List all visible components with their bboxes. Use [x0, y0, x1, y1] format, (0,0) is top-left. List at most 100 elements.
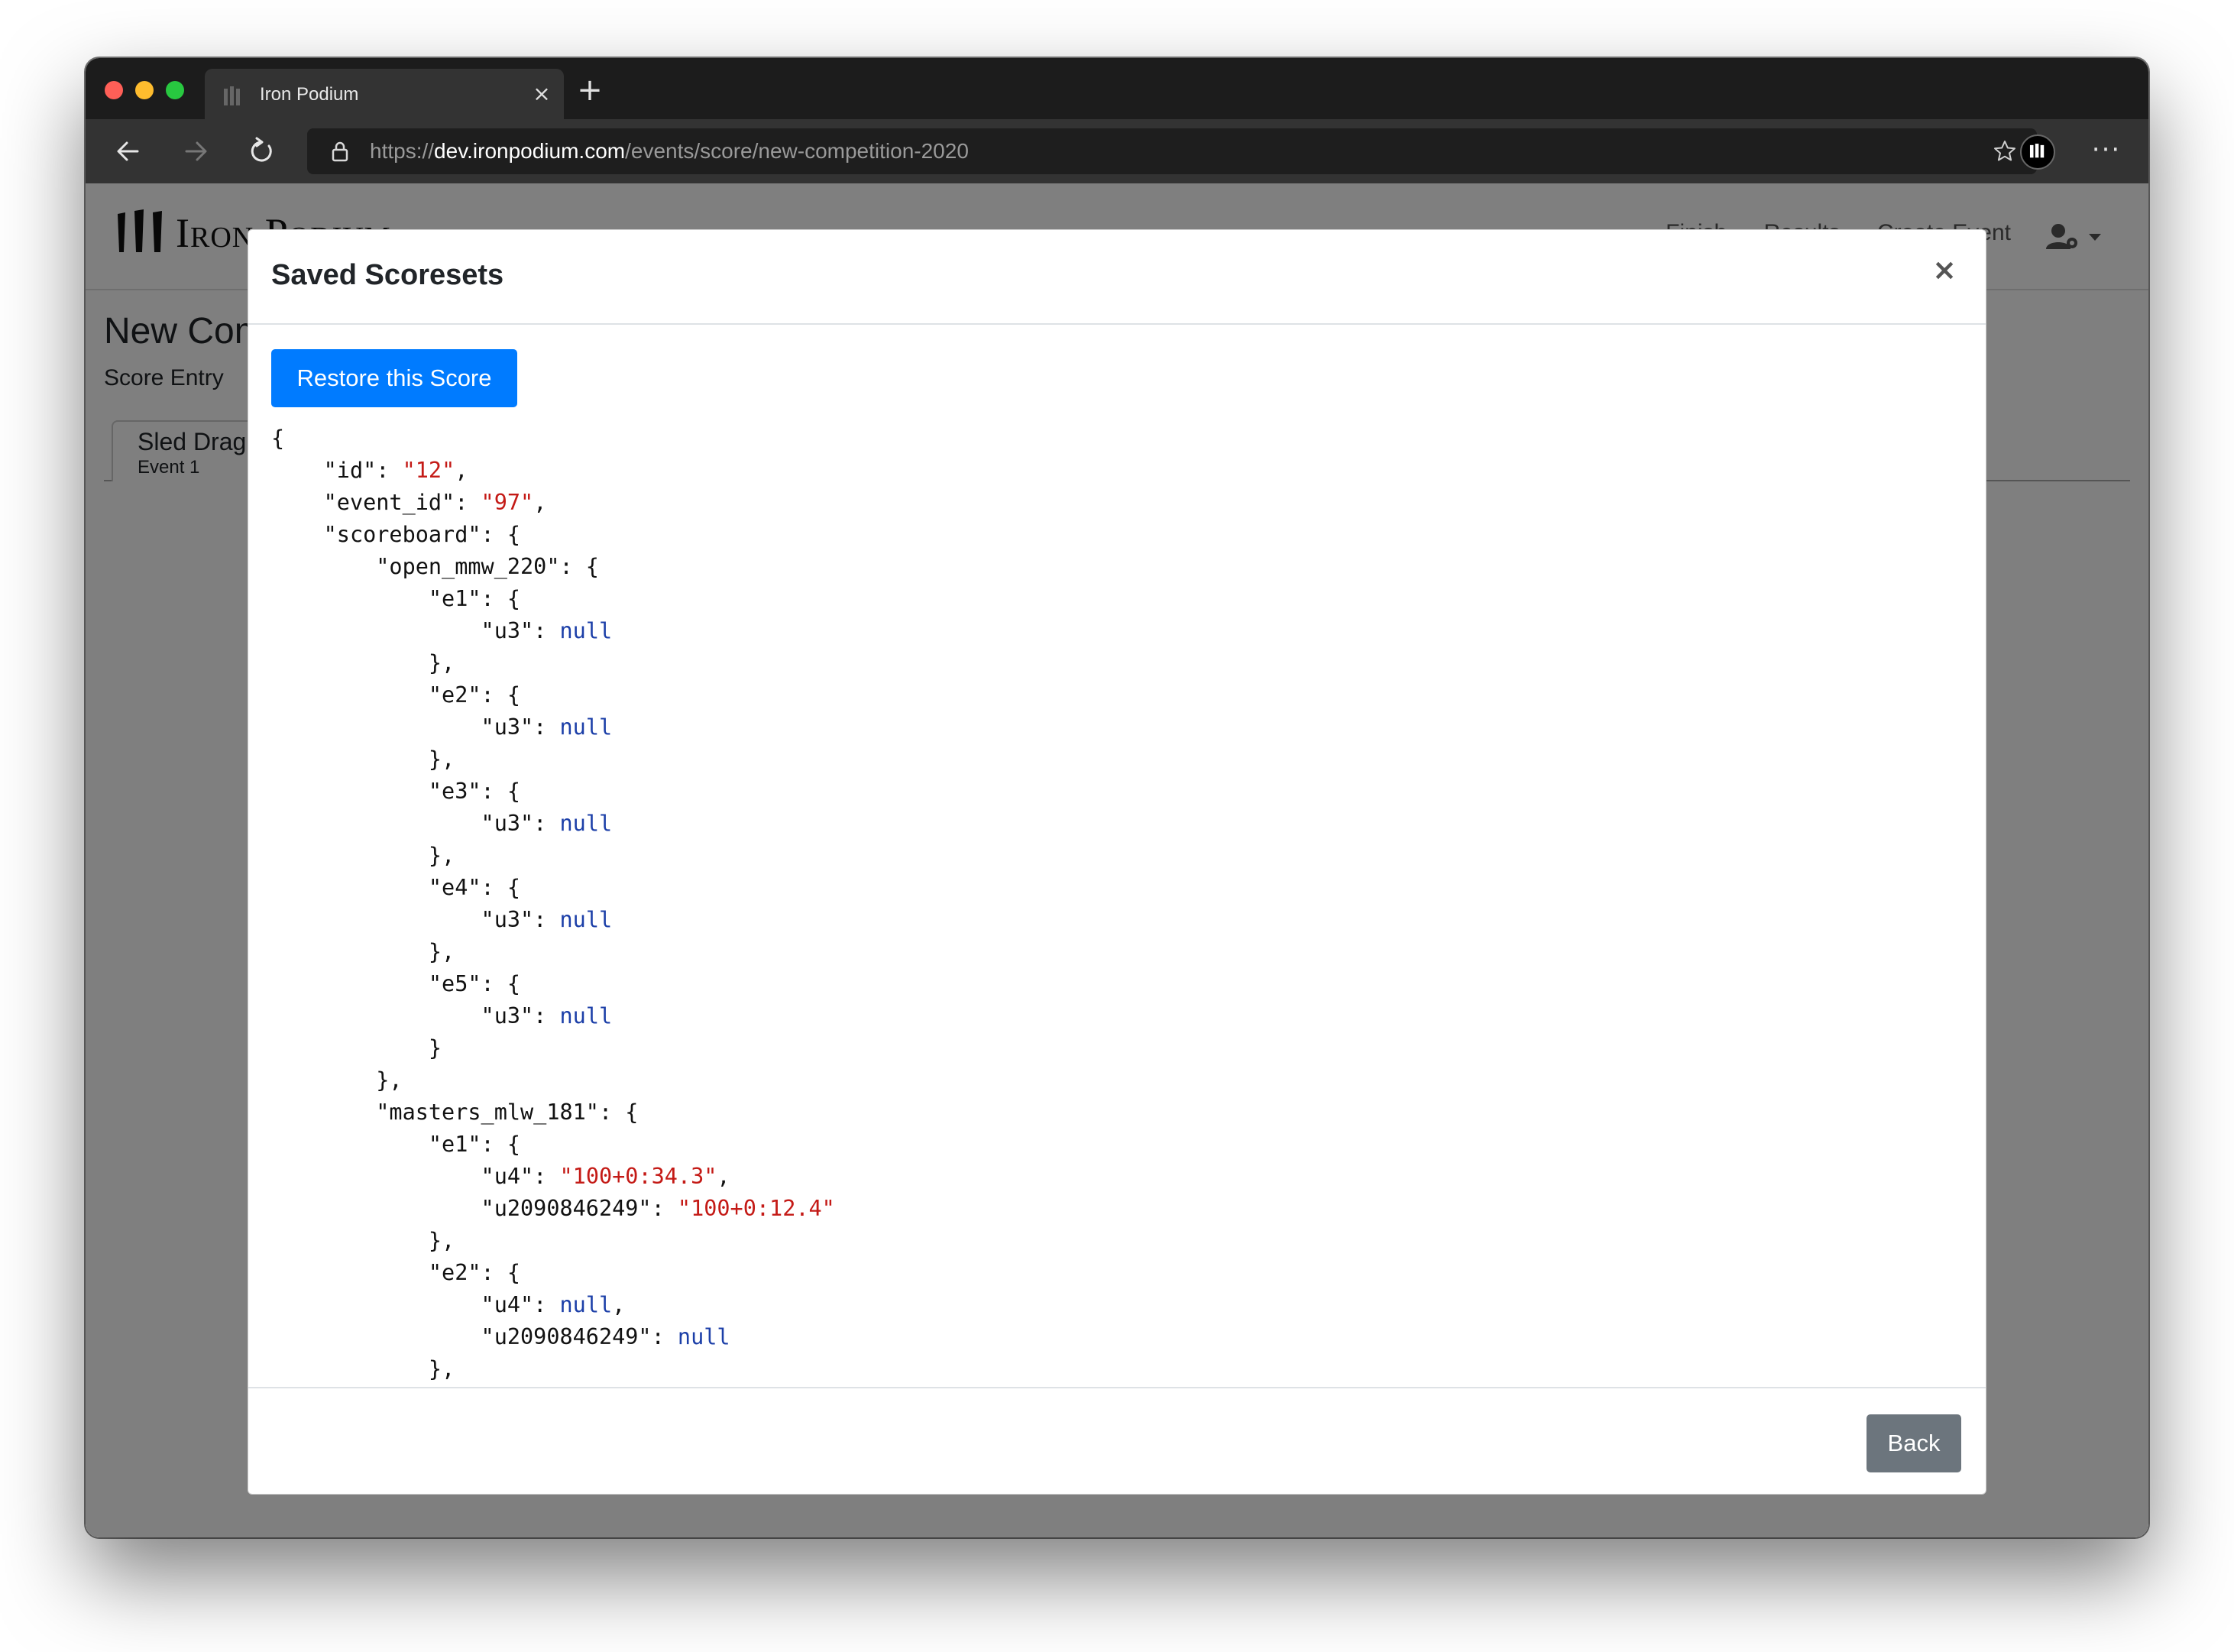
- json-line: "e4": {: [271, 872, 1952, 904]
- json-string: "12": [402, 458, 455, 483]
- json-line: "u4": null,: [271, 1289, 1952, 1321]
- back-button[interactable]: Back: [1867, 1414, 1961, 1472]
- json-text: },: [271, 1356, 455, 1382]
- json-line: "u4": "100+0:34.3",: [271, 1161, 1952, 1193]
- json-null: null: [559, 1003, 613, 1028]
- tab-title: Iron Podium: [260, 84, 359, 105]
- json-line: "u3": null: [271, 615, 1952, 647]
- browser-toolbar: https://dev.ironpodium.com/events/score/…: [86, 119, 2148, 183]
- json-null: null: [559, 1292, 613, 1317]
- json-string: "97": [481, 490, 534, 515]
- json-text: "scoreboard": {: [271, 522, 521, 547]
- json-line: },: [271, 647, 1952, 679]
- json-text: },: [271, 939, 455, 964]
- arrow-left-icon[interactable]: [113, 136, 144, 167]
- json-text: "e1": {: [271, 586, 521, 611]
- modal-header: Saved Scoresets ×: [248, 230, 1986, 325]
- json-null: null: [559, 714, 613, 740]
- json-text: "id":: [271, 458, 403, 483]
- iron-podium-profile-icon[interactable]: [2020, 134, 2055, 170]
- url-scheme: https://: [370, 139, 435, 163]
- json-line: },: [271, 743, 1952, 776]
- json-line: "u3": null: [271, 808, 1952, 840]
- json-line: "open_mmw_220": {: [271, 551, 1952, 583]
- restore-score-button[interactable]: Restore this Score: [271, 349, 517, 407]
- json-text: "u3":: [271, 907, 560, 932]
- json-line: "scoreboard": {: [271, 519, 1952, 551]
- more-menu-button[interactable]: ···: [2087, 134, 2126, 165]
- json-line: },: [271, 936, 1952, 968]
- json-null: null: [677, 1324, 730, 1349]
- json-string: "100+0:12.4": [677, 1196, 835, 1221]
- star-icon[interactable]: [1993, 139, 2017, 164]
- json-line: "e2": {: [271, 1257, 1952, 1289]
- reload-icon[interactable]: [246, 136, 277, 167]
- json-line: "u3": null: [271, 1000, 1952, 1032]
- json-text: "u4":: [271, 1164, 560, 1189]
- json-text: },: [271, 747, 455, 772]
- browser-tab[interactable]: Iron Podium ×: [205, 69, 564, 119]
- maximize-window-button[interactable]: [166, 81, 184, 99]
- json-line: "u3": null: [271, 711, 1952, 743]
- json-line: "e5": {: [271, 968, 1952, 1000]
- json-text: "e1": {: [271, 1132, 521, 1157]
- json-text: {: [271, 426, 285, 451]
- json-line: "u2090846249": "100+0:12.4": [271, 1193, 1952, 1225]
- json-line: "e1": {: [271, 583, 1952, 615]
- json-text: "masters_mlw_181": {: [271, 1100, 639, 1125]
- json-text: "event_id":: [271, 490, 481, 515]
- page-content: Iron Podium Finish Results Create Event …: [86, 183, 2148, 1537]
- json-text: },: [271, 1228, 455, 1253]
- json-text: ,: [717, 1164, 730, 1189]
- url-text[interactable]: https://dev.ironpodium.com/events/score/…: [370, 139, 969, 164]
- close-icon[interactable]: ×: [1929, 254, 1960, 285]
- json-null: null: [559, 811, 613, 836]
- json-text: "u3":: [271, 1003, 560, 1028]
- url-path: /events/score/new-competition-2020: [625, 139, 969, 163]
- modal-footer: Back: [248, 1387, 1986, 1494]
- json-line: "e1": {: [271, 1129, 1952, 1161]
- saved-scoresets-modal: Saved Scoresets × Restore this Score { "…: [248, 229, 1986, 1495]
- json-line: "e3": {: [271, 776, 1952, 808]
- json-text: }: [271, 1035, 442, 1061]
- json-null: null: [559, 907, 613, 932]
- json-text: "e4": {: [271, 875, 521, 900]
- json-text: "u3":: [271, 714, 560, 740]
- json-line: {: [271, 423, 1952, 455]
- json-line: "event_id": "97",: [271, 487, 1952, 519]
- json-line: },: [271, 840, 1952, 872]
- json-text: ,: [533, 490, 547, 515]
- json-line: }: [271, 1032, 1952, 1064]
- lock-icon: [332, 141, 348, 162]
- json-text: "e2": {: [271, 682, 521, 708]
- browser-window: Iron Podium × + https://dev.ironpodium.c…: [86, 58, 2148, 1537]
- json-text: "u3":: [271, 811, 560, 836]
- close-window-button[interactable]: [105, 81, 123, 99]
- json-line: },: [271, 1064, 1952, 1096]
- json-line: "u2090846249": null: [271, 1321, 1952, 1353]
- json-line: },: [271, 1353, 1952, 1382]
- json-scoreset-view: { "id": "12", "event_id": "97", "scorebo…: [271, 423, 1952, 1382]
- json-line: "id": "12",: [271, 455, 1952, 487]
- minimize-window-button[interactable]: [135, 81, 154, 99]
- json-text: "u3":: [271, 618, 560, 643]
- json-line: "e2": {: [271, 679, 1952, 711]
- json-text: "u2090846249":: [271, 1324, 678, 1349]
- json-text: "u2090846249":: [271, 1196, 678, 1221]
- json-text: "u4":: [271, 1292, 560, 1317]
- json-text: "e5": {: [271, 971, 521, 996]
- json-text: "e3": {: [271, 779, 521, 804]
- json-line: "masters_mlw_181": {: [271, 1096, 1952, 1129]
- address-bar[interactable]: https://dev.ironpodium.com/events/score/…: [307, 128, 2037, 174]
- json-text: "e2": {: [271, 1260, 521, 1285]
- json-null: null: [559, 618, 613, 643]
- tab-bar: Iron Podium × +: [86, 58, 2148, 119]
- new-tab-button[interactable]: +: [575, 75, 605, 105]
- json-text: ,: [455, 458, 468, 483]
- arrow-right-icon[interactable]: [180, 136, 211, 167]
- json-text: },: [271, 650, 455, 675]
- json-string: "100+0:34.3": [559, 1164, 717, 1189]
- modal-title: Saved Scoresets: [271, 259, 504, 291]
- json-text: },: [271, 843, 455, 868]
- close-tab-icon[interactable]: ×: [530, 83, 553, 105]
